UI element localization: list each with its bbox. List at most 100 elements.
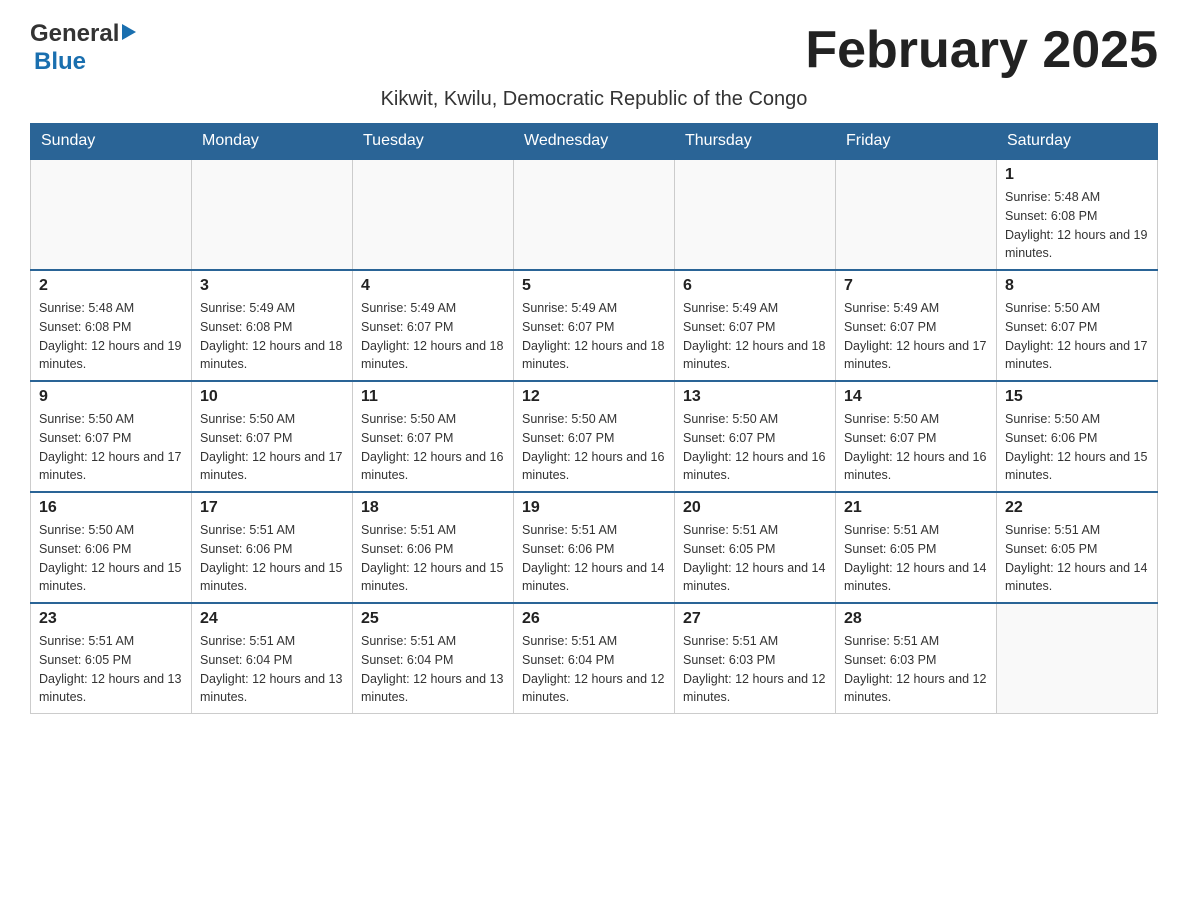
calendar-day: 25Sunrise: 5:51 AM Sunset: 6:04 PM Dayli…	[353, 603, 514, 714]
day-number: 2	[39, 277, 183, 295]
day-info: Sunrise: 5:51 AM Sunset: 6:03 PM Dayligh…	[844, 632, 988, 707]
calendar-day: 6Sunrise: 5:49 AM Sunset: 6:07 PM Daylig…	[675, 270, 836, 381]
calendar-day: 14Sunrise: 5:50 AM Sunset: 6:07 PM Dayli…	[836, 381, 997, 492]
day-number: 28	[844, 610, 988, 628]
day-of-week-header: Monday	[192, 124, 353, 160]
day-info: Sunrise: 5:50 AM Sunset: 6:06 PM Dayligh…	[1005, 410, 1149, 485]
day-info: Sunrise: 5:51 AM Sunset: 6:04 PM Dayligh…	[361, 632, 505, 707]
day-number: 21	[844, 499, 988, 517]
logo-blue-text: Blue	[34, 48, 86, 76]
day-info: Sunrise: 5:51 AM Sunset: 6:06 PM Dayligh…	[200, 521, 344, 596]
day-info: Sunrise: 5:51 AM Sunset: 6:05 PM Dayligh…	[1005, 521, 1149, 596]
calendar-day: 20 Sunrise: 5:51 AM Sunset: 6:05 PM Dayli…	[675, 492, 836, 603]
calendar-day: 8Sunrise: 5:50 AM Sunset: 6:07 PM Daylig…	[997, 270, 1158, 381]
calendar-day: 11 Sunrise: 5:50 AM Sunset: 6:07 PM Dayli…	[353, 381, 514, 492]
calendar-day: 28 Sunrise: 5:51 AM Sunset: 6:03 PM Dayli…	[836, 603, 997, 714]
day-info: Sunrise: 5:50 AM Sunset: 6:07 PM Dayligh…	[200, 410, 344, 485]
day-number: 5	[522, 277, 666, 295]
calendar-header-row: SundayMondayTuesdayWednesdayThursdayFrid…	[31, 124, 1158, 160]
calendar-day: 4 Sunrise: 5:49 AM Sunset: 6:07 PM Daylig…	[353, 270, 514, 381]
day-info: Sunrise: 5:51 AM Sunset: 6:05 PM Dayligh…	[39, 632, 183, 707]
calendar-day	[514, 159, 675, 270]
day-number: 24	[200, 610, 344, 628]
day-info: Sunrise: 5:48 AM Sunset: 6:08 PM Dayligh…	[39, 299, 183, 374]
week-row: 16 Sunrise: 5:50 AM Sunset: 6:06 PM Dayli…	[31, 492, 1158, 603]
calendar-day: 16 Sunrise: 5:50 AM Sunset: 6:06 PM Dayli…	[31, 492, 192, 603]
calendar-day: 1 Sunrise: 5:48 AM Sunset: 6:08 PM Daylig…	[997, 159, 1158, 270]
month-title: February 2025	[805, 20, 1158, 80]
day-info: Sunrise: 5:50 AM Sunset: 6:07 PM Dayligh…	[844, 410, 988, 485]
calendar-table: SundayMondayTuesdayWednesdayThursdayFrid…	[30, 123, 1158, 714]
calendar-day: 22 Sunrise: 5:51 AM Sunset: 6:05 PM Dayli…	[997, 492, 1158, 603]
calendar-day: 3 Sunrise: 5:49 AM Sunset: 6:08 PM Daylig…	[192, 270, 353, 381]
calendar-day: 26Sunrise: 5:51 AM Sunset: 6:04 PM Dayli…	[514, 603, 675, 714]
logo: General Blue	[30, 20, 136, 76]
day-number: 10	[200, 388, 344, 406]
logo-arrow-icon	[122, 24, 136, 40]
day-info: Sunrise: 5:48 AM Sunset: 6:08 PM Dayligh…	[1005, 188, 1149, 263]
day-number: 4	[361, 277, 505, 295]
calendar-subtitle: Kikwit, Kwilu, Democratic Republic of th…	[30, 88, 1158, 111]
day-number: 8	[1005, 277, 1149, 295]
calendar-day: 7 Sunrise: 5:49 AM Sunset: 6:07 PM Daylig…	[836, 270, 997, 381]
day-of-week-header: Wednesday	[514, 124, 675, 160]
day-number: 7	[844, 277, 988, 295]
day-info: Sunrise: 5:51 AM Sunset: 6:06 PM Dayligh…	[361, 521, 505, 596]
day-info: Sunrise: 5:49 AM Sunset: 6:07 PM Dayligh…	[844, 299, 988, 374]
day-of-week-header: Friday	[836, 124, 997, 160]
day-of-week-header: Saturday	[997, 124, 1158, 160]
day-info: Sunrise: 5:51 AM Sunset: 6:06 PM Dayligh…	[522, 521, 666, 596]
day-number: 20	[683, 499, 827, 517]
calendar-day: 21 Sunrise: 5:51 AM Sunset: 6:05 PM Dayli…	[836, 492, 997, 603]
day-info: Sunrise: 5:50 AM Sunset: 6:06 PM Dayligh…	[39, 521, 183, 596]
day-number: 22	[1005, 499, 1149, 517]
day-number: 19	[522, 499, 666, 517]
calendar-day	[997, 603, 1158, 714]
day-info: Sunrise: 5:51 AM Sunset: 6:04 PM Dayligh…	[522, 632, 666, 707]
logo-general-text: General	[30, 20, 119, 48]
day-of-week-header: Thursday	[675, 124, 836, 160]
week-row: 2 Sunrise: 5:48 AM Sunset: 6:08 PM Daylig…	[31, 270, 1158, 381]
day-number: 17	[200, 499, 344, 517]
day-info: Sunrise: 5:50 AM Sunset: 6:07 PM Dayligh…	[683, 410, 827, 485]
calendar-day: 23Sunrise: 5:51 AM Sunset: 6:05 PM Dayli…	[31, 603, 192, 714]
day-number: 3	[200, 277, 344, 295]
calendar-day	[192, 159, 353, 270]
day-number: 1	[1005, 166, 1149, 184]
calendar-day: 5 Sunrise: 5:49 AM Sunset: 6:07 PM Daylig…	[514, 270, 675, 381]
calendar-day: 17 Sunrise: 5:51 AM Sunset: 6:06 PM Dayli…	[192, 492, 353, 603]
week-row: 23Sunrise: 5:51 AM Sunset: 6:05 PM Dayli…	[31, 603, 1158, 714]
day-info: Sunrise: 5:50 AM Sunset: 6:07 PM Dayligh…	[361, 410, 505, 485]
calendar-day: 24Sunrise: 5:51 AM Sunset: 6:04 PM Dayli…	[192, 603, 353, 714]
day-info: Sunrise: 5:50 AM Sunset: 6:07 PM Dayligh…	[522, 410, 666, 485]
day-number: 13	[683, 388, 827, 406]
calendar-day: 27 Sunrise: 5:51 AM Sunset: 6:03 PM Dayli…	[675, 603, 836, 714]
calendar-day: 13 Sunrise: 5:50 AM Sunset: 6:07 PM Dayli…	[675, 381, 836, 492]
logo-line2: Blue	[30, 48, 86, 76]
day-info: Sunrise: 5:49 AM Sunset: 6:07 PM Dayligh…	[361, 299, 505, 374]
day-info: Sunrise: 5:51 AM Sunset: 6:05 PM Dayligh…	[844, 521, 988, 596]
day-info: Sunrise: 5:51 AM Sunset: 6:03 PM Dayligh…	[683, 632, 827, 707]
week-row: 9 Sunrise: 5:50 AM Sunset: 6:07 PM Daylig…	[31, 381, 1158, 492]
day-number: 12	[522, 388, 666, 406]
day-info: Sunrise: 5:49 AM Sunset: 6:07 PM Dayligh…	[522, 299, 666, 374]
day-number: 15	[1005, 388, 1149, 406]
calendar-day	[675, 159, 836, 270]
calendar-day: 15 Sunrise: 5:50 AM Sunset: 6:06 PM Dayli…	[997, 381, 1158, 492]
day-number: 6	[683, 277, 827, 295]
week-row: 1 Sunrise: 5:48 AM Sunset: 6:08 PM Daylig…	[31, 159, 1158, 270]
logo-line1: General	[30, 20, 136, 48]
day-number: 9	[39, 388, 183, 406]
day-info: Sunrise: 5:51 AM Sunset: 6:05 PM Dayligh…	[683, 521, 827, 596]
day-info: Sunrise: 5:49 AM Sunset: 6:08 PM Dayligh…	[200, 299, 344, 374]
day-of-week-header: Sunday	[31, 124, 192, 160]
day-number: 16	[39, 499, 183, 517]
calendar-day	[31, 159, 192, 270]
day-info: Sunrise: 5:50 AM Sunset: 6:07 PM Dayligh…	[39, 410, 183, 485]
day-number: 27	[683, 610, 827, 628]
calendar-day: 10 Sunrise: 5:50 AM Sunset: 6:07 PM Dayli…	[192, 381, 353, 492]
calendar-day: 9 Sunrise: 5:50 AM Sunset: 6:07 PM Daylig…	[31, 381, 192, 492]
day-number: 11	[361, 388, 505, 406]
calendar-day: 2 Sunrise: 5:48 AM Sunset: 6:08 PM Daylig…	[31, 270, 192, 381]
calendar-day	[353, 159, 514, 270]
